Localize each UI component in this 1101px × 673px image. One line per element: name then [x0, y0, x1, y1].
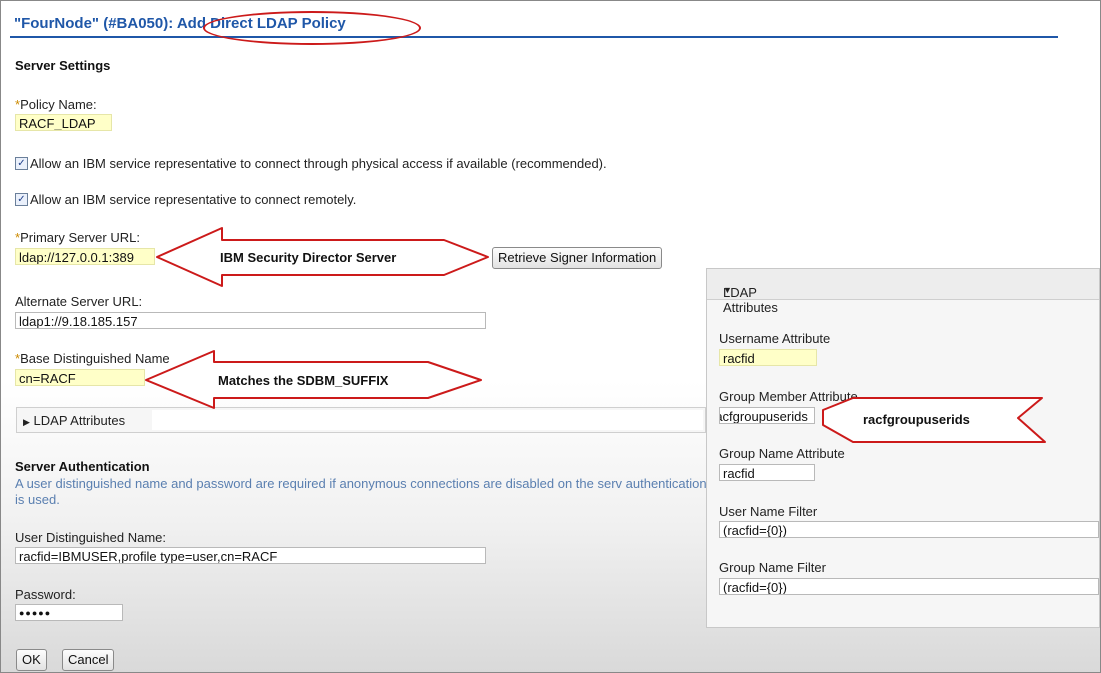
sdbm-suffix-annotation: Matches the SDBM_SUFFIX [218, 373, 389, 388]
group-userids-annotation: racfgroupuserids [863, 412, 970, 427]
security-server-annotation: IBM Security Director Server [220, 250, 397, 265]
annotation-arrows [145, 227, 1046, 443]
